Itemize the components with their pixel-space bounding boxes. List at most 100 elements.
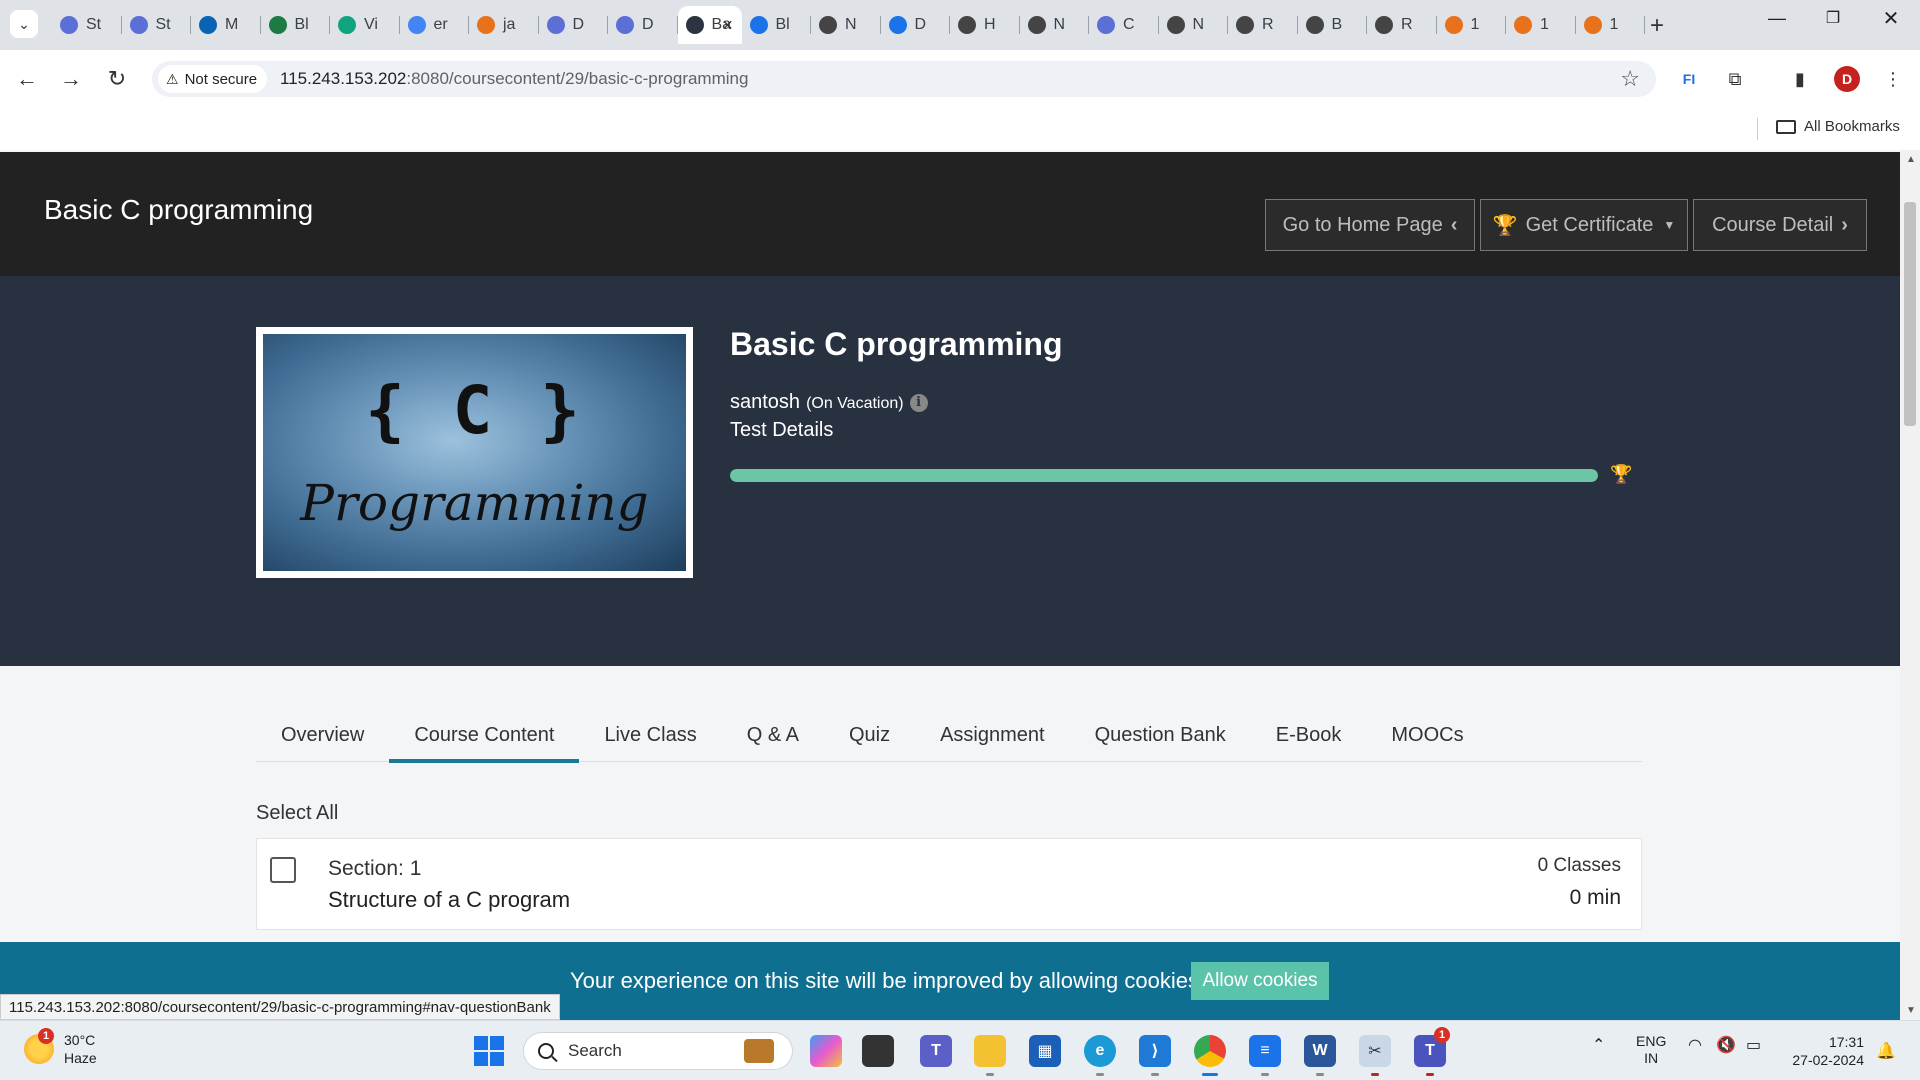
word-running-indicator <box>1316 1073 1324 1076</box>
allow-cookies-button[interactable]: Allow cookies <box>1191 962 1329 1000</box>
get-certificate-button[interactable]: 🏆 Get Certificate ▼ <box>1480 199 1688 251</box>
browser-tab[interactable]: C <box>1089 6 1159 44</box>
tab-question-bank[interactable]: Question Bank <box>1070 722 1251 762</box>
scroll-thumb[interactable] <box>1904 202 1916 426</box>
instructor-line: santosh (On Vacation) i <box>730 391 928 414</box>
browser-tab[interactable]: B <box>1298 6 1368 44</box>
tab-quiz[interactable]: Quiz <box>824 722 915 762</box>
url-text[interactable]: 115.243.153.202:8080/coursecontent/29/ba… <box>280 69 748 89</box>
tab-assignment[interactable]: Assignment <box>915 722 1070 762</box>
tab-q-a[interactable]: Q & A <box>722 722 824 762</box>
snipping-tool-icon[interactable]: ✂ <box>1359 1035 1391 1067</box>
new-tab-button[interactable]: + <box>1650 12 1664 40</box>
browser-tab[interactable]: D <box>881 6 951 44</box>
back-arrow-icon[interactable]: ← <box>12 64 42 94</box>
copilot-icon[interactable] <box>810 1035 842 1067</box>
browser-tab[interactable]: N <box>811 6 881 44</box>
extensions-puzzle-icon[interactable]: ⧉ <box>1722 66 1748 92</box>
instructor-name[interactable]: santosh <box>730 391 800 414</box>
browser-tab[interactable]: Ba ✕ <box>677 6 742 44</box>
tab-favicon-icon <box>1583 16 1602 34</box>
wifi-icon[interactable]: ◠ <box>1688 1037 1702 1054</box>
clock[interactable]: 17:31 27-02-2024 <box>1784 1033 1864 1069</box>
home-page-button[interactable]: Go to Home Page ‹ <box>1265 199 1475 251</box>
bookmark-star-icon[interactable]: ☆ <box>1620 66 1640 92</box>
file-explorer-icon[interactable] <box>974 1035 1006 1067</box>
page-scrollbar[interactable]: ▲ ▼ <box>1900 150 1920 1020</box>
all-bookmarks-button[interactable]: All Bookmarks <box>1776 118 1900 135</box>
section-checkbox[interactable] <box>270 857 296 883</box>
certificate-label: Get Certificate <box>1525 213 1654 236</box>
restore-button[interactable]: ❐ <box>1818 8 1848 28</box>
word-icon[interactable]: W <box>1304 1035 1336 1067</box>
browser-tab[interactable]: er <box>400 6 470 44</box>
reload-icon[interactable]: ↻ <box>102 64 132 94</box>
taskbar-search[interactable]: Search <box>523 1032 793 1070</box>
battery-icon[interactable]: ▭ <box>1746 1037 1761 1054</box>
extension-fi-icon[interactable]: FI <box>1676 66 1702 92</box>
section-card[interactable]: Section: 1 Structure of a C program 0 Cl… <box>256 838 1642 930</box>
browser-menu-icon[interactable]: ⋮ <box>1880 66 1906 92</box>
store-icon[interactable]: ▦ <box>1029 1035 1061 1067</box>
browser-tab[interactable]: Vi <box>330 6 400 44</box>
tab-search-button[interactable]: ⌄ <box>10 10 38 38</box>
browser-tab[interactable]: N <box>1020 6 1090 44</box>
forward-arrow-icon[interactable]: → <box>56 64 86 94</box>
browser-tab[interactable]: H <box>950 6 1020 44</box>
browser-tab[interactable]: R <box>1367 6 1437 44</box>
edge-icon[interactable]: e <box>1084 1035 1116 1067</box>
cookie-message: Your experience on this site will be imp… <box>570 968 1206 993</box>
security-chip[interactable]: ⚠ Not secure <box>158 65 268 93</box>
trophy-icon: 🏆 <box>1492 214 1518 237</box>
info-icon[interactable]: i <box>909 393 928 412</box>
tab-favicon-icon <box>1166 16 1185 34</box>
tab-overview[interactable]: Overview <box>256 722 389 762</box>
scroll-up-arrow-icon[interactable]: ▲ <box>1906 154 1916 165</box>
select-all-label[interactable]: Select All <box>256 802 338 825</box>
muted-speaker-icon[interactable]: 🔇 <box>1716 1037 1736 1054</box>
thumbnail-image: { C } Programming <box>263 334 686 571</box>
notepad-icon[interactable]: ≡ <box>1249 1035 1281 1067</box>
browser-tab-strip: ⌄ St St M Bl Vi er ja D D Ba✕ Bl N D H N C N R B R 1 1 1 + — ❐ <box>0 0 1920 50</box>
tab-course-content[interactable]: Course Content <box>389 722 580 763</box>
browser-tab[interactable]: Bl <box>261 6 331 44</box>
tab-close-icon[interactable]: ✕ <box>722 17 734 34</box>
browser-tab[interactable]: St <box>52 6 122 44</box>
scroll-down-arrow-icon[interactable]: ▼ <box>1906 1005 1916 1016</box>
tray-chevron-icon[interactable]: ⌃ <box>1592 1037 1605 1054</box>
tab-favicon-icon <box>477 16 495 34</box>
vscode-icon[interactable]: ⟩ <box>1139 1035 1171 1067</box>
teams-icon[interactable]: T <box>920 1035 952 1067</box>
browser-tab[interactable]: 1 <box>1437 6 1507 44</box>
test-details-link[interactable]: Test Details <box>730 419 833 442</box>
browser-tab[interactable]: R <box>1228 6 1298 44</box>
address-bar[interactable]: ⚠ Not secure 115.243.153.202:8080/course… <box>152 61 1656 97</box>
browser-tab[interactable]: 1 <box>1576 6 1646 44</box>
profile-avatar[interactable]: D <box>1834 66 1860 92</box>
task-view-icon[interactable] <box>862 1035 894 1067</box>
course-detail-button[interactable]: Course Detail › <box>1693 199 1867 251</box>
notification-bell-icon[interactable]: 🔔 <box>1876 1041 1896 1061</box>
tab-favicon-icon <box>129 16 148 34</box>
windows-start-icon[interactable] <box>473 1035 505 1067</box>
window-close-icon[interactable]: ✕ <box>1876 6 1906 31</box>
tab-title: D <box>572 16 585 33</box>
tab-e-book[interactable]: E-Book <box>1251 722 1367 762</box>
side-panel-icon[interactable]: ▮ <box>1787 66 1813 92</box>
language-indicator[interactable]: ENG IN <box>1636 1033 1666 1067</box>
browser-tab[interactable]: D <box>608 6 678 44</box>
tab-title: St <box>86 16 102 33</box>
weather-widget[interactable]: 1 30°C Haze <box>24 1028 97 1067</box>
tab-moocs[interactable]: MOOCs <box>1366 722 1488 762</box>
tab-live-class[interactable]: Live Class <box>579 722 721 762</box>
window-minimize-icon[interactable]: — <box>1762 8 1792 29</box>
browser-tab[interactable]: M <box>191 6 261 44</box>
browser-tab[interactable]: 1 <box>1506 6 1576 44</box>
browser-tab[interactable]: N <box>1159 6 1229 44</box>
browser-tab[interactable]: D <box>539 6 609 44</box>
teams-new-icon[interactable]: T 1 <box>1414 1027 1450 1067</box>
browser-tab[interactable]: ja <box>469 6 539 44</box>
browser-tab[interactable]: Bl <box>742 6 812 44</box>
chrome-icon[interactable] <box>1194 1035 1226 1067</box>
browser-tab[interactable]: St <box>122 6 192 44</box>
